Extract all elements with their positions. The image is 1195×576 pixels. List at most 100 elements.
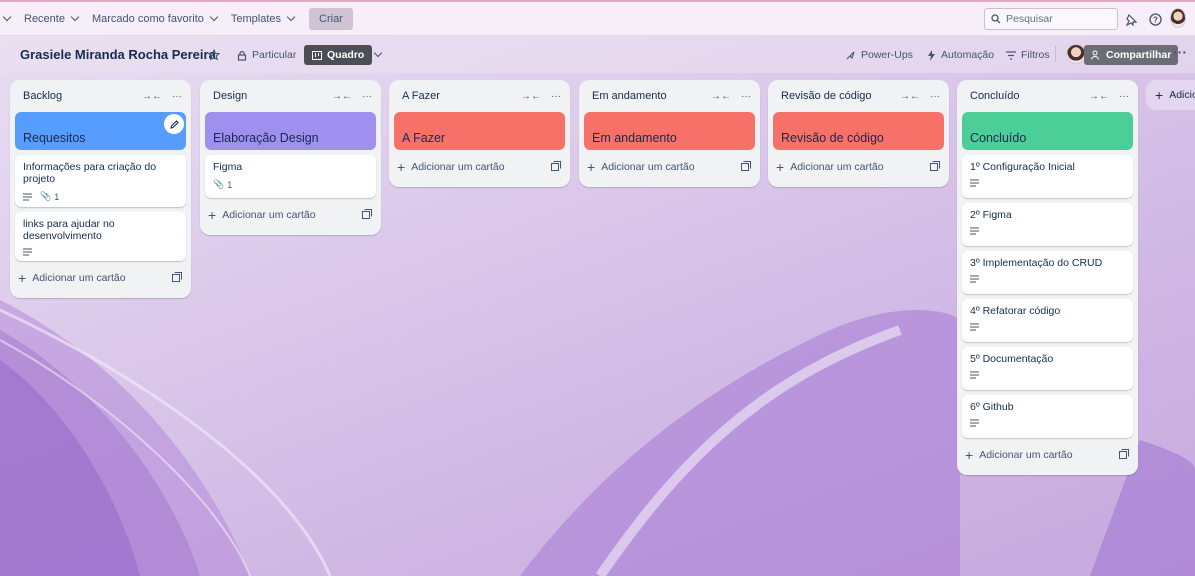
- star-button[interactable]: [208, 45, 220, 65]
- list-menu-icon[interactable]: ···: [930, 91, 940, 102]
- create-button[interactable]: Criar: [309, 7, 353, 30]
- starred-menu[interactable]: Marcado como favorito: [85, 7, 224, 31]
- collapse-icon[interactable]: →←: [521, 91, 541, 102]
- search-input[interactable]: Pesquisar: [984, 8, 1118, 30]
- list-menu-icon[interactable]: ···: [172, 91, 182, 102]
- card[interactable]: 4º Refatorar código: [962, 299, 1133, 342]
- automation-button[interactable]: Automação: [927, 45, 994, 65]
- list-menu-icon[interactable]: ···: [1119, 91, 1129, 102]
- add-list-label: Adicio: [1169, 89, 1195, 101]
- card[interactable]: 3º Implementação do CRUD: [962, 251, 1133, 294]
- board-icon: [312, 50, 322, 60]
- templates-menu[interactable]: Templates: [224, 7, 301, 31]
- cover-card-title: Elaboração Design: [213, 131, 319, 145]
- template-icon[interactable]: [362, 208, 372, 222]
- add-card-label: Adicionar um cartão: [601, 161, 695, 173]
- collapse-icon[interactable]: →←: [900, 91, 920, 102]
- list-menu-icon[interactable]: ···: [741, 91, 751, 102]
- filters-button[interactable]: Filtros: [1006, 45, 1050, 65]
- notifications-icon[interactable]: [1123, 11, 1139, 27]
- template-icon[interactable]: [741, 160, 751, 174]
- views-dropdown[interactable]: [373, 45, 383, 65]
- plus-icon: +: [18, 270, 27, 286]
- template-icon[interactable]: [1119, 448, 1129, 462]
- collapse-icon[interactable]: →←: [711, 91, 731, 102]
- list-header: Em andamento →← ···: [584, 80, 755, 112]
- card-title: Figma: [213, 161, 243, 173]
- cover-card[interactable]: Em andamento: [584, 112, 755, 150]
- list-header: Revisão de código →← ···: [773, 80, 944, 112]
- add-member-icon: [1091, 50, 1099, 60]
- card[interactable]: 5º Documentação: [962, 347, 1133, 390]
- share-button[interactable]: Compartilhar: [1084, 45, 1179, 65]
- cover-card[interactable]: A Fazer: [394, 112, 565, 150]
- list-concluido: Concluído →← ··· Concluído 1º Configuraçã…: [957, 80, 1138, 475]
- collapse-icon[interactable]: →←: [1089, 91, 1109, 102]
- collapse-icon[interactable]: →←: [332, 91, 352, 102]
- cover-card[interactable]: Revisão de código: [773, 112, 944, 150]
- help-icon[interactable]: ?: [1147, 11, 1163, 27]
- list-title[interactable]: Revisão de código: [781, 90, 872, 102]
- member-avatar[interactable]: [1055, 44, 1086, 64]
- card[interactable]: links para ajudar no desenvolvimento: [15, 212, 186, 261]
- add-card-button[interactable]: + Adicionar um cartão: [584, 155, 755, 179]
- more-menu-icon[interactable]: ···: [1173, 42, 1187, 62]
- share-label: Compartilhar: [1106, 49, 1172, 61]
- list-menu-icon[interactable]: ···: [551, 91, 561, 102]
- add-card-button[interactable]: + Adicionar um cartão: [773, 155, 944, 179]
- add-card-button[interactable]: + Adicionar um cartão: [15, 266, 186, 290]
- board-view-button[interactable]: Quadro: [304, 45, 373, 65]
- card[interactable]: 1º Configuração Inicial: [962, 155, 1133, 198]
- card[interactable]: Figma 📎 1: [205, 155, 376, 198]
- recent-label: Recente: [24, 12, 65, 25]
- list-title[interactable]: Em andamento: [592, 90, 667, 102]
- list-title[interactable]: Backlog: [23, 90, 62, 102]
- add-card-button[interactable]: + Adicionar um cartão: [962, 443, 1133, 467]
- lock-icon: [237, 50, 247, 61]
- list-title[interactable]: Design: [213, 90, 247, 102]
- plus-icon: +: [965, 447, 974, 463]
- cover-card-title: Concluído: [970, 131, 1027, 145]
- description-icon: [23, 193, 32, 201]
- card-title: 1º Configuração Inicial: [970, 161, 1075, 173]
- card[interactable]: 2º Figma: [962, 203, 1133, 246]
- card[interactable]: 6º Github: [962, 395, 1133, 438]
- add-list-button[interactable]: + Adicio: [1146, 80, 1195, 110]
- collapse-icon[interactable]: →←: [142, 91, 162, 102]
- list-title[interactable]: A Fazer: [402, 90, 440, 102]
- list-title[interactable]: Concluído: [970, 90, 1020, 102]
- list-revisao-de-codigo: Revisão de código →← ··· Revisão de códig…: [768, 80, 949, 187]
- card-title: 3º Implementação do CRUD: [970, 257, 1103, 269]
- plus-icon: +: [587, 159, 596, 175]
- template-icon[interactable]: [172, 271, 182, 285]
- list-header: Design →← ···: [205, 80, 376, 112]
- cover-card[interactable]: Requesitos: [15, 112, 186, 150]
- board-title[interactable]: Grasiele Miranda Rocha Pereira: [20, 47, 216, 62]
- card[interactable]: Informações para criação do projeto 📎 1: [15, 155, 186, 207]
- add-card-label: Adicionar um cartão: [979, 449, 1073, 461]
- user-avatar[interactable]: [1170, 8, 1186, 28]
- visibility-button[interactable]: Particular: [237, 45, 296, 65]
- add-card-button[interactable]: + Adicionar um cartão: [205, 203, 376, 227]
- card-title: 5º Documentação: [970, 353, 1054, 365]
- cover-card[interactable]: Concluído: [962, 112, 1133, 150]
- recent-menu[interactable]: Recente: [17, 7, 85, 31]
- chevron-down-icon: [286, 12, 296, 22]
- add-card-button[interactable]: + Adicionar um cartão: [394, 155, 565, 179]
- cover-card-title: Requesitos: [23, 131, 86, 145]
- power-ups-label: Power-Ups: [861, 49, 913, 61]
- divider: [1055, 46, 1056, 62]
- template-icon[interactable]: [930, 160, 940, 174]
- chevron-down-icon: [209, 12, 219, 22]
- plus-icon: +: [776, 159, 785, 175]
- list-menu-icon[interactable]: ···: [362, 91, 372, 102]
- cover-card[interactable]: Elaboração Design: [205, 112, 376, 150]
- automation-label: Automação: [941, 49, 995, 61]
- power-ups-button[interactable]: Power-Ups: [845, 45, 913, 65]
- avatar: [1066, 44, 1086, 64]
- template-icon[interactable]: [551, 160, 561, 174]
- edit-card-button[interactable]: [164, 114, 184, 134]
- add-card-label: Adicionar um cartão: [32, 272, 126, 284]
- list-header: A Fazer →← ···: [394, 80, 565, 112]
- workspaces-menu-chevron[interactable]: [0, 7, 17, 31]
